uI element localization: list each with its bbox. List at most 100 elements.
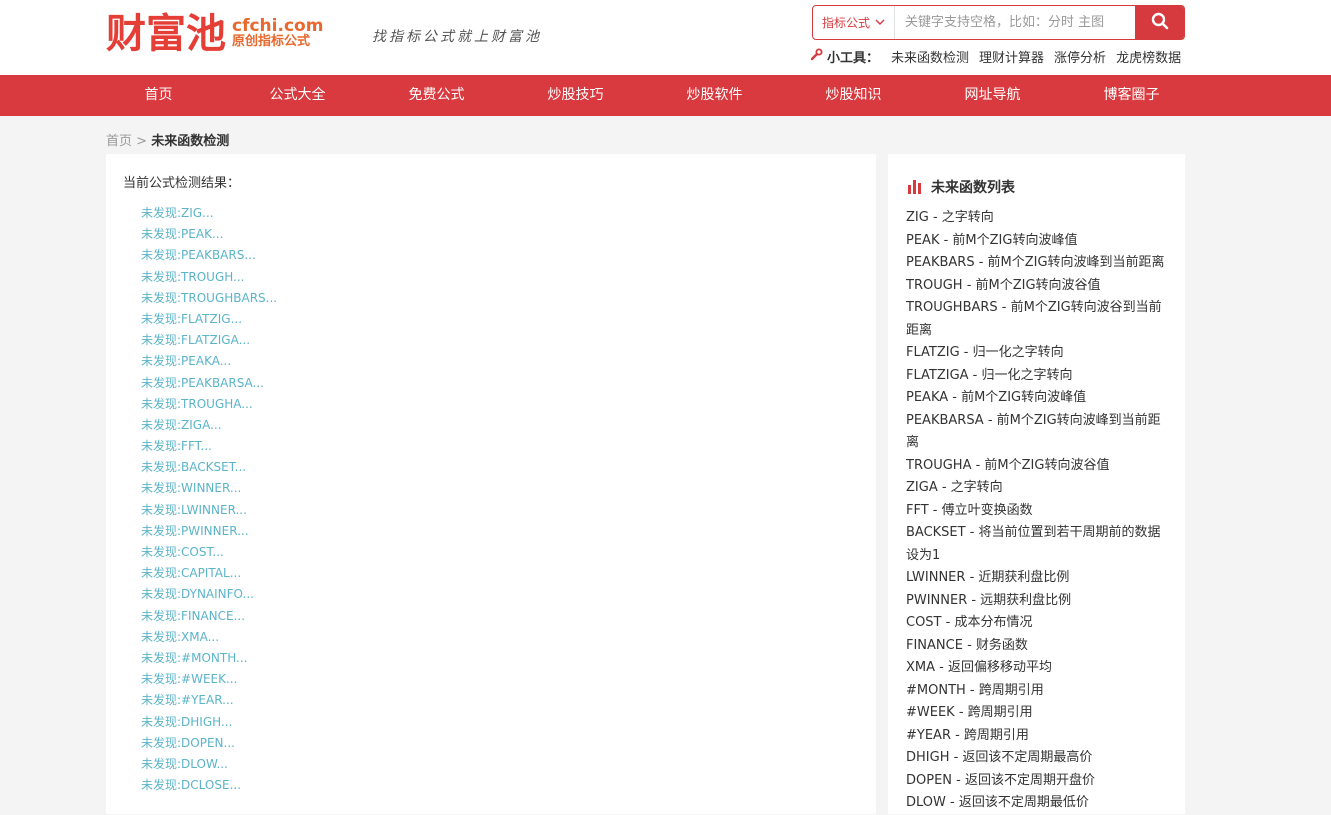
site-logo[interactable]: 财富池 cfchi.com 原创指标公式 [106,12,323,56]
function-item: COST - 成本分布情况 [906,612,1168,635]
function-item: PEAKA - 前M个ZIG转向波峰值 [906,387,1168,410]
result-item: 未发现:#MONTH... [141,648,277,669]
function-link[interactable]: BACKSET - 将当前位置到若干周期前的数据设为1 [906,525,1161,563]
result-link[interactable]: 未发现:LWINNER... [141,503,247,517]
function-link[interactable]: ZIG - 之字转向 [906,210,994,225]
function-item: #WEEK - 跨周期引用 [906,702,1168,725]
result-item: 未发现:DOPEN... [141,733,277,754]
result-link[interactable]: 未发现:PEAKBARSA... [141,376,264,390]
result-link[interactable]: 未发现:PEAK... [141,227,223,241]
result-link[interactable]: 未发现:#MONTH... [141,651,247,665]
result-link[interactable]: 未发现:DHIGH... [141,715,232,729]
result-link[interactable]: 未发现:DCLOSE... [141,778,241,792]
function-link[interactable]: PEAK - 前M个ZIG转向波峰值 [906,233,1077,248]
function-item: ZIGA - 之字转向 [906,477,1168,500]
result-link[interactable]: 未发现:PWINNER... [141,524,249,538]
tool-link-finance-calc[interactable]: 理财计算器 [979,47,1044,66]
function-item: FINANCE - 财务函数 [906,635,1168,658]
result-link[interactable]: 未发现:COST... [141,545,224,559]
result-item: 未发现:PEAKBARS... [141,245,277,266]
result-link[interactable]: 未发现:TROUGHA... [141,397,253,411]
result-link[interactable]: 未发现:PEAKBARS... [141,248,256,262]
nav-item-home[interactable]: 首页 [89,75,228,116]
function-link[interactable]: #WEEK - 跨周期引用 [906,705,1033,720]
result-link[interactable]: 未发现:FINANCE... [141,609,245,623]
nav-item-formulas[interactable]: 公式大全 [228,75,367,116]
breadcrumb: 首页 > 未来函数检测 [106,130,229,149]
nav-item-tips[interactable]: 炒股技巧 [506,75,645,116]
function-item: TROUGHA - 前M个ZIG转向波谷值 [906,455,1168,478]
function-item: PEAKBARS - 前M个ZIG转向波峰到当前距离 [906,252,1168,275]
search-category-select[interactable]: 指标公式 [813,6,895,39]
result-link[interactable]: 未发现:ZIG... [141,206,214,220]
chevron-down-icon [875,17,885,28]
function-link[interactable]: #MONTH - 跨周期引用 [906,683,1044,698]
panel-title-text: 未来函数列表 [931,180,1015,196]
function-link[interactable]: FLATZIG - 归一化之字转向 [906,345,1064,360]
nav-item-directory[interactable]: 网址导航 [923,75,1062,116]
function-link[interactable]: FINANCE - 财务函数 [906,638,1028,653]
result-item: 未发现:BACKSET... [141,457,277,478]
function-item: DOPEN - 返回该不定周期开盘价 [906,770,1168,793]
site-slogan: 找指标公式就上财富池 [372,29,542,45]
result-link[interactable]: 未发现:BACKSET... [141,460,246,474]
function-link[interactable]: #YEAR - 跨周期引用 [906,728,1029,743]
function-link[interactable]: TROUGH - 前M个ZIG转向波谷值 [906,278,1101,293]
function-item: PEAK - 前M个ZIG转向波峰值 [906,230,1168,253]
function-item: ZIG - 之字转向 [906,207,1168,230]
nav-item-software[interactable]: 炒股软件 [645,75,784,116]
result-link[interactable]: 未发现:DYNAINFO... [141,587,254,601]
function-link[interactable]: PEAKBARSA - 前M个ZIG转向波峰到当前距离 [906,413,1161,451]
tool-link-limit-up[interactable]: 涨停分析 [1054,47,1106,66]
function-link[interactable]: TROUGHA - 前M个ZIG转向波谷值 [906,458,1109,473]
tool-link-dragon-tiger[interactable]: 龙虎榜数据 [1116,47,1181,66]
result-link[interactable]: 未发现:PEAKA... [141,354,231,368]
logo-subtitle: 原创指标公式 [232,34,311,49]
result-link[interactable]: 未发现:FFT... [141,439,212,453]
function-item: BACKSET - 将当前位置到若干周期前的数据设为1 [906,522,1168,567]
function-list-panel: 未来函数列表 ZIG - 之字转向 PEAK - 前M个ZIG转向波峰值 PEAKB… [888,154,1185,814]
tool-link-future-func[interactable]: 未来函数检测 [891,47,969,66]
function-link[interactable]: LWINNER - 近期获利盘比例 [906,570,1069,585]
result-link[interactable]: 未发现:FLATZIG... [141,312,242,326]
function-link[interactable]: TROUGHBARS - 前M个ZIG转向波谷到当前距离 [906,300,1162,338]
nav-item-free-formulas[interactable]: 免费公式 [367,75,506,116]
main-nav: 首页 公式大全 免费公式 炒股技巧 炒股软件 炒股知识 网址导航 博客圈子 [0,75,1331,116]
function-link[interactable]: COST - 成本分布情况 [906,615,1032,630]
function-link[interactable]: ZIGA - 之字转向 [906,480,1003,495]
result-link[interactable]: 未发现:DLOW... [141,757,228,771]
search-input[interactable] [895,6,1135,39]
function-link[interactable]: PEAKBARS - 前M个ZIG转向波峰到当前距离 [906,255,1165,270]
nav-item-blog[interactable]: 博客圈子 [1062,75,1201,116]
result-item: 未发现:FINANCE... [141,606,277,627]
function-link[interactable]: XMA - 返回偏移移动平均 [906,660,1052,675]
search-button[interactable] [1135,6,1184,39]
result-link[interactable]: 未发现:FLATZIGA... [141,333,250,347]
result-link[interactable]: 未发现:XMA... [141,630,219,644]
result-link[interactable]: 未发现:ZIGA... [141,418,222,432]
search-bar: 指标公式 [812,5,1185,40]
result-link[interactable]: 未发现:TROUGHBARS... [141,291,277,305]
function-link[interactable]: DHIGH - 返回该不定周期最高价 [906,750,1092,765]
function-link[interactable]: DLOW - 返回该不定周期最低价 [906,795,1089,810]
function-link[interactable]: PWINNER - 远期获利盘比例 [906,593,1071,608]
result-item: 未发现:TROUGHBARS... [141,288,277,309]
result-item: 未发现:PWINNER... [141,521,277,542]
breadcrumb-home[interactable]: 首页 [106,134,132,149]
result-item: 未发现:TROUGH... [141,267,277,288]
function-link[interactable]: PEAKA - 前M个ZIG转向波峰值 [906,390,1086,405]
result-link[interactable]: 未发现:TROUGH... [141,270,245,284]
breadcrumb-current: 未来函数检测 [151,134,230,149]
result-link[interactable]: 未发现:WINNER... [141,481,241,495]
result-item: 未发现:PEAKA... [141,351,277,372]
result-link[interactable]: 未发现:CAPITAL... [141,566,241,580]
nav-item-knowledge[interactable]: 炒股知识 [784,75,923,116]
result-link[interactable]: 未发现:#YEAR... [141,693,234,707]
result-link[interactable]: 未发现:DOPEN... [141,736,235,750]
result-link[interactable]: 未发现:#WEEK... [141,672,237,686]
function-link[interactable]: DOPEN - 返回该不定周期开盘价 [906,773,1095,788]
function-link[interactable]: FLATZIGA - 归一化之字转向 [906,368,1073,383]
result-item: 未发现:XMA... [141,627,277,648]
function-link[interactable]: FFT - 傅立叶变换函数 [906,503,1033,518]
function-item: PEAKBARSA - 前M个ZIG转向波峰到当前距离 [906,410,1168,455]
